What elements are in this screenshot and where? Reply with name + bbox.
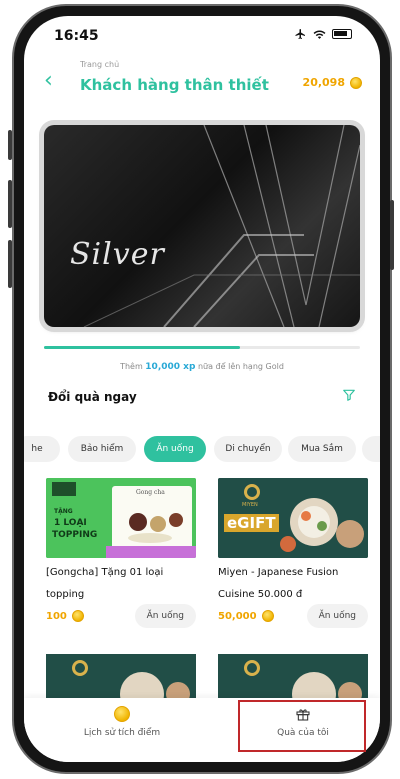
product-image-partial[interactable] bbox=[218, 654, 368, 698]
gongcha-promo-line1: TẶNG bbox=[54, 508, 73, 515]
gongcha-promo-line2: 1 LOẠI bbox=[54, 518, 87, 528]
app-screen: 16:45 ‹ Trang chủ Khách hàng thân thiết … bbox=[24, 16, 380, 762]
product-name: Miyen - Japanese Fusion Cuisine 50.000 đ bbox=[218, 567, 339, 600]
category-chip[interactable]: Mua Sắm bbox=[288, 436, 356, 462]
miyen-banner bbox=[72, 660, 190, 698]
product-image-partial[interactable] bbox=[46, 654, 196, 698]
category-chip[interactable]: L bbox=[362, 436, 380, 462]
card-pattern bbox=[83, 125, 360, 327]
back-icon[interactable]: ‹ bbox=[44, 68, 53, 93]
product-image: MIYEN eGIFT bbox=[218, 478, 368, 558]
product-price: 50,000 bbox=[218, 610, 274, 622]
upgrade-prefix: Thêm bbox=[120, 362, 143, 371]
product-image: Gong cha TẶNG 1 LOẠI TOPPING bbox=[46, 478, 196, 558]
gongcha-brand-text: Gong cha bbox=[136, 489, 165, 496]
miyen-brand-text: MIYEN bbox=[242, 502, 258, 508]
breadcrumb[interactable]: Trang chủ bbox=[80, 60, 119, 69]
upgrade-xp: 10,000 xp bbox=[145, 362, 196, 372]
tier-progress-fill bbox=[44, 346, 240, 349]
coin-icon bbox=[114, 706, 130, 722]
coin-icon bbox=[261, 610, 274, 622]
category-chips: he Bảo hiểm Ăn uống Di chuyển Mua Sắm L bbox=[24, 436, 380, 464]
filter-icon[interactable] bbox=[342, 388, 356, 402]
category-chip[interactable]: Di chuyển bbox=[214, 436, 282, 462]
product-card[interactable]: MIYEN eGIFT Miyen - Japanese Fusion Cuis… bbox=[218, 478, 368, 628]
section-title: Đổi quà ngay bbox=[48, 390, 137, 404]
product-category-tag[interactable]: Ăn uống bbox=[134, 604, 196, 628]
points-value: 20,098 bbox=[302, 76, 345, 89]
product-name: [Gongcha] Tặng 01 loại topping bbox=[46, 567, 164, 600]
product-category-tag[interactable]: Ăn uống bbox=[306, 604, 368, 628]
category-chip[interactable]: Bảo hiểm bbox=[68, 436, 136, 462]
coin-icon bbox=[350, 76, 362, 89]
tier-name: Silver bbox=[70, 237, 165, 272]
airplane-icon bbox=[295, 29, 305, 39]
upgrade-hint: Thêm 10,000 xp nữa để lên hạng Gold bbox=[24, 362, 380, 372]
points-balance[interactable]: 20,098 bbox=[303, 76, 362, 89]
phone-side-button bbox=[8, 240, 12, 288]
product-card[interactable]: Gong cha TẶNG 1 LOẠI TOPPING [Gongcha] T… bbox=[46, 478, 196, 628]
page-header: ‹ Trang chủ Khách hàng thân thiết 20,098 bbox=[24, 56, 380, 108]
wifi-icon bbox=[313, 30, 326, 39]
status-icons bbox=[294, 28, 352, 40]
battery-icon bbox=[332, 29, 352, 39]
upgrade-suffix: nữa để lên hạng Gold bbox=[197, 362, 284, 371]
status-time: 16:45 bbox=[54, 28, 99, 44]
phone-side-button bbox=[390, 200, 394, 270]
category-chip-active[interactable]: Ăn uống bbox=[144, 436, 206, 462]
product-footer: 100 Ăn uống bbox=[46, 604, 196, 630]
phone-side-button bbox=[8, 180, 12, 228]
product-footer: 50,000 Ăn uống bbox=[218, 604, 368, 630]
tab-label: Lịch sử tích điểm bbox=[83, 728, 161, 738]
tier-progress-bar bbox=[44, 346, 360, 349]
miyen-promo-text: eGIFT bbox=[224, 514, 279, 532]
membership-card: Silver bbox=[44, 125, 360, 327]
category-chip[interactable]: he bbox=[24, 436, 60, 462]
product-price: 100 bbox=[46, 610, 84, 622]
page-title: Khách hàng thân thiết bbox=[80, 76, 269, 94]
highlight-box bbox=[238, 700, 366, 752]
coin-icon bbox=[71, 610, 84, 622]
miyen-banner bbox=[244, 660, 362, 698]
gongcha-promo-line3: TOPPING bbox=[52, 530, 98, 540]
phone-side-button bbox=[8, 130, 12, 160]
tab-points-history[interactable]: Lịch sử tích điểm bbox=[82, 706, 162, 738]
status-bar: 16:45 bbox=[24, 16, 380, 56]
